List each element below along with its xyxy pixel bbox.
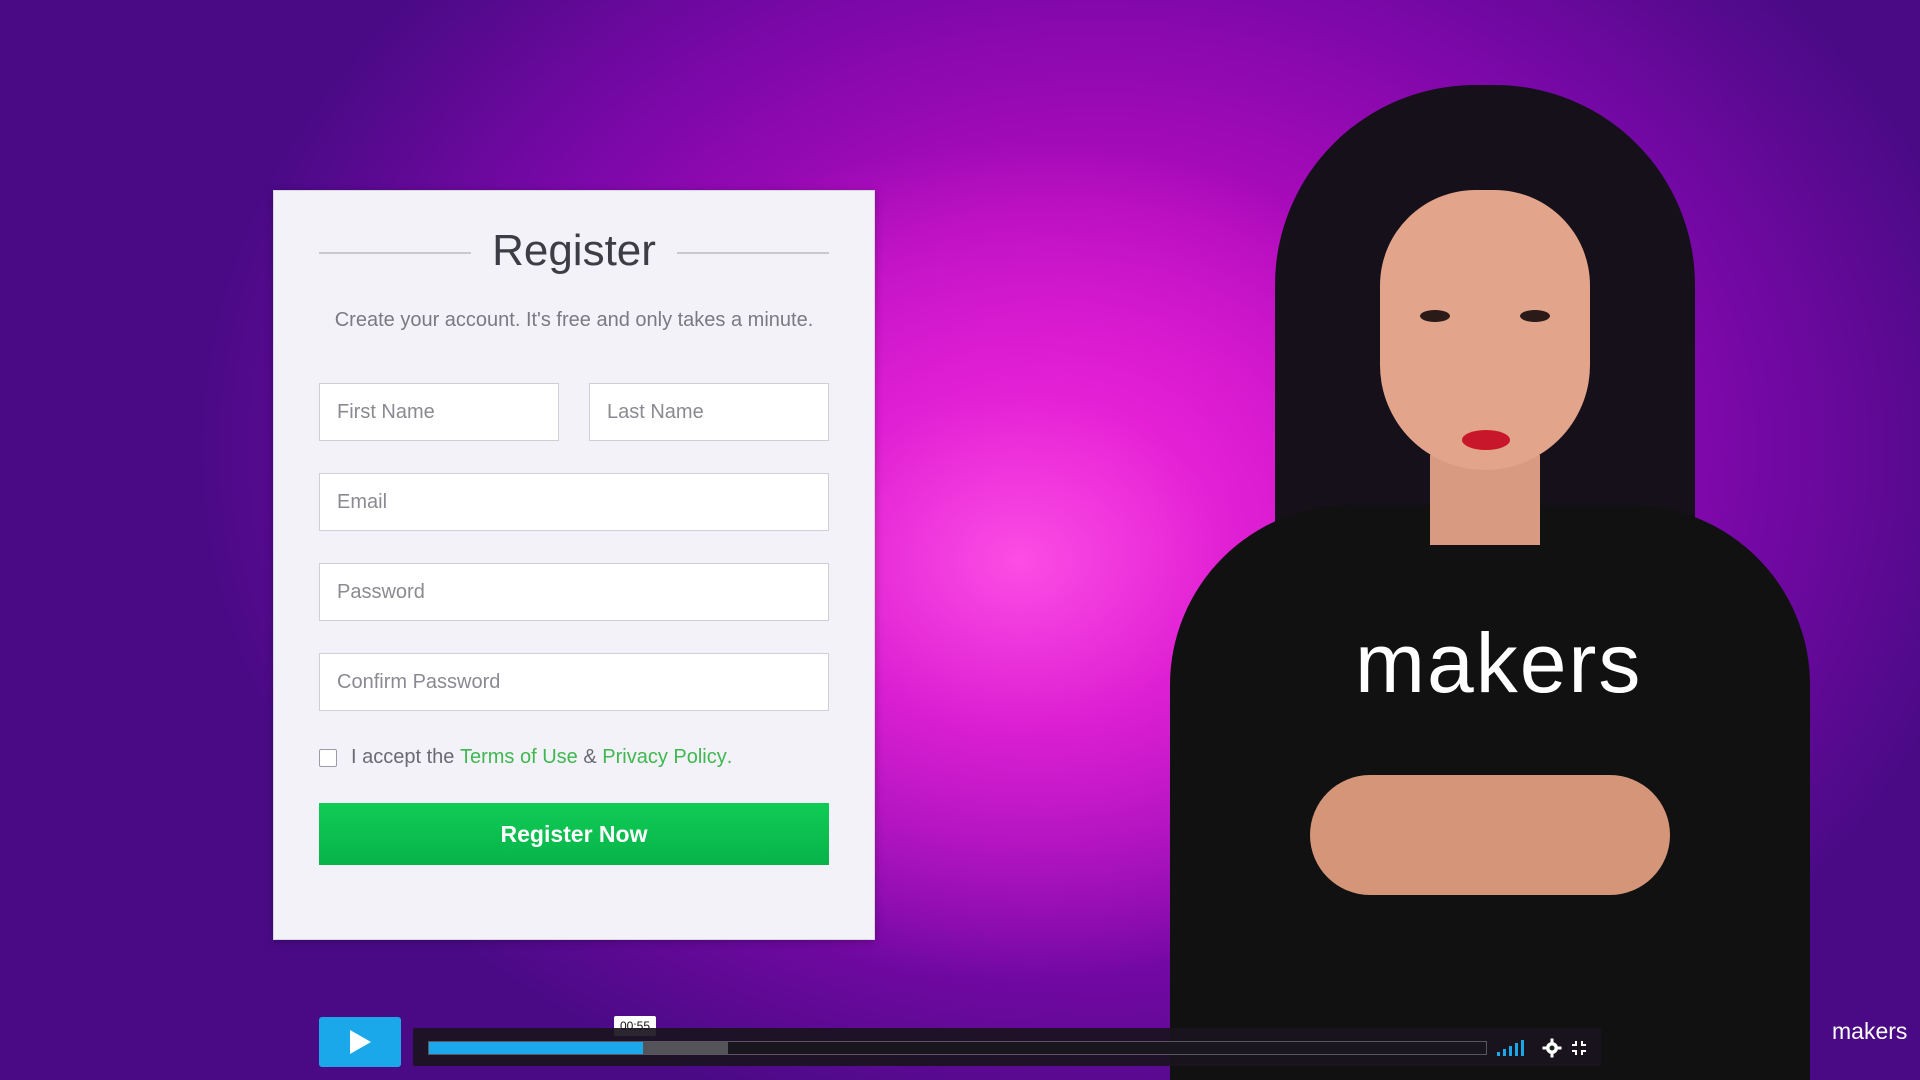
register-now-button[interactable]: Register Now xyxy=(319,803,829,865)
last-name-input[interactable] xyxy=(589,383,829,441)
presenter-mouth xyxy=(1462,430,1510,450)
presenter-eye-right xyxy=(1520,310,1550,322)
presenter-video: makers xyxy=(1160,85,1810,1080)
play-icon xyxy=(350,1030,371,1054)
confirm-password-input[interactable] xyxy=(319,653,829,711)
register-card: Register Create your account. It's free … xyxy=(273,190,875,940)
terms-row: I accept the Terms of Use & Privacy Poli… xyxy=(319,746,732,769)
presenter-face xyxy=(1380,190,1590,470)
player-control-bar xyxy=(413,1028,1601,1066)
progress-bar xyxy=(429,1042,643,1054)
register-subtitle: Create your account. It's free and only … xyxy=(334,309,814,331)
email-input[interactable] xyxy=(319,473,829,531)
shirt-logo: makers xyxy=(1355,616,1643,710)
settings-icon[interactable] xyxy=(1540,1036,1564,1060)
terms-of-use-link[interactable]: Terms of Use xyxy=(460,746,578,769)
presenter-eye-left xyxy=(1420,310,1450,322)
register-title-row: Register xyxy=(319,226,829,275)
accept-terms-checkbox[interactable] xyxy=(319,748,337,767)
register-title: Register xyxy=(492,226,656,275)
password-input[interactable] xyxy=(319,563,829,621)
ampersand-text: & xyxy=(583,746,597,768)
volume-icon[interactable] xyxy=(1497,1038,1529,1056)
accept-prefix-text: I accept the xyxy=(351,746,455,768)
presenter-hands xyxy=(1310,775,1670,895)
privacy-policy-link[interactable]: Privacy Policy xyxy=(602,746,726,769)
fullscreen-icon[interactable] xyxy=(1567,1036,1591,1060)
period-text: . xyxy=(726,746,733,768)
first-name-input[interactable] xyxy=(319,383,559,441)
play-button[interactable] xyxy=(319,1017,401,1067)
makers-watermark: makers xyxy=(1832,1018,1908,1044)
title-divider-right xyxy=(677,252,829,254)
progress-track[interactable] xyxy=(428,1041,1487,1055)
